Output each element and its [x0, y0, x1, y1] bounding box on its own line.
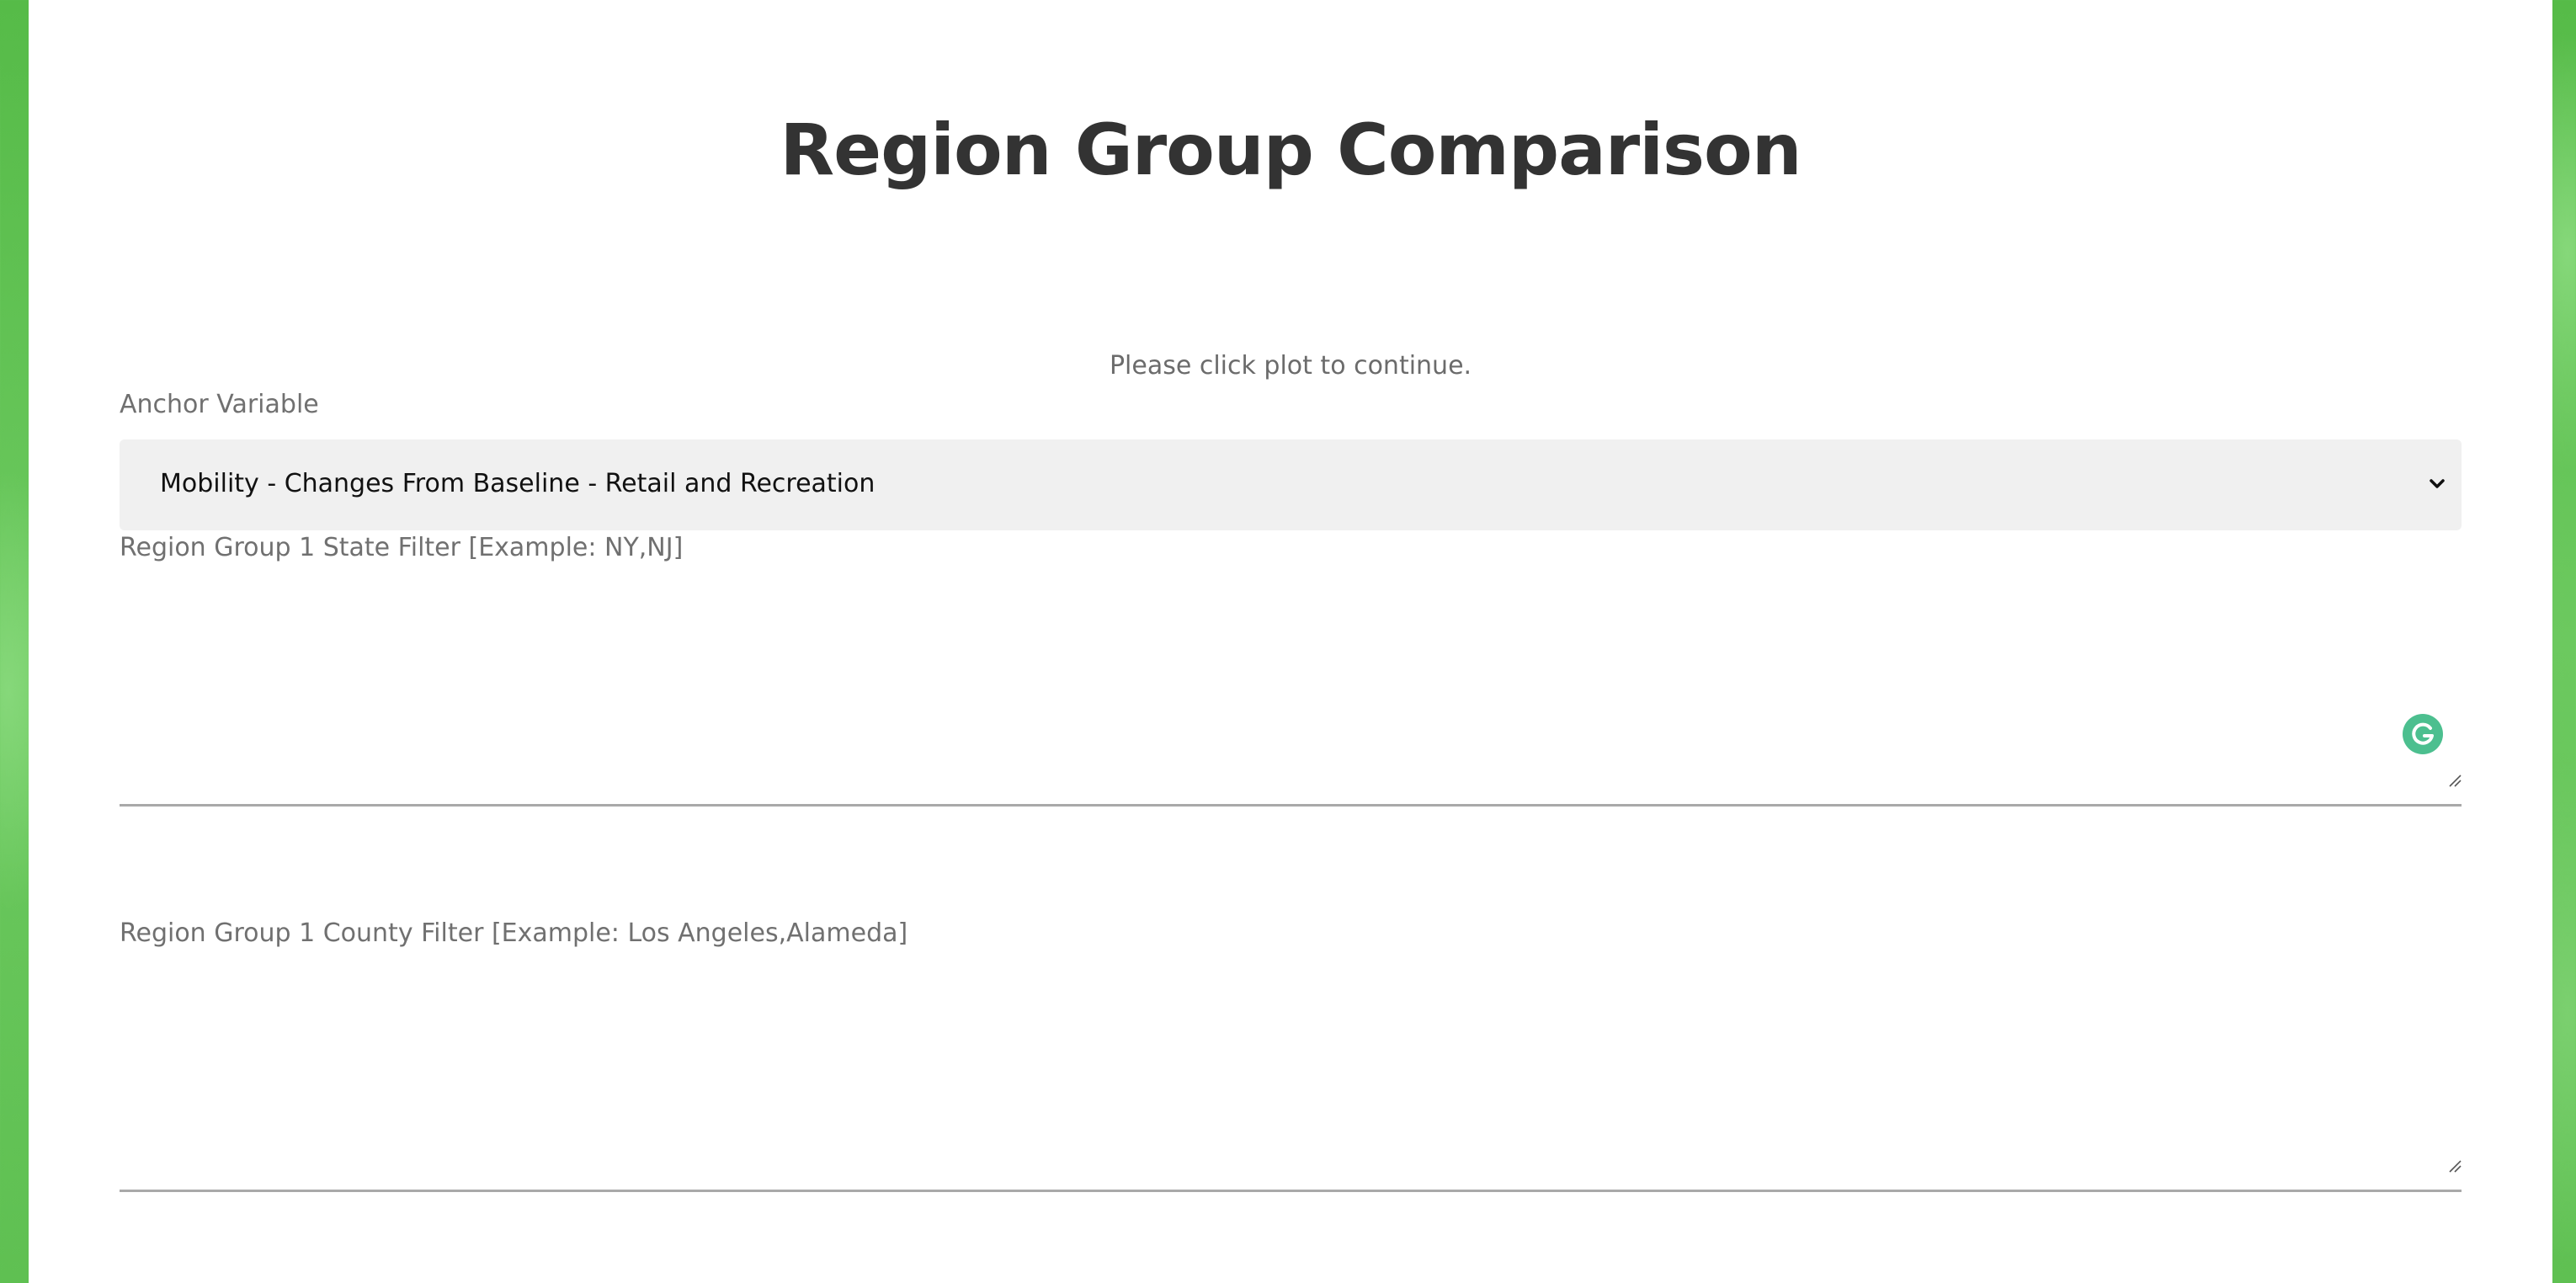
- page-title: Region Group Comparison: [780, 109, 1802, 191]
- resize-handle-icon[interactable]: [2446, 1158, 2462, 1173]
- state-filter-textarea[interactable]: [120, 569, 2462, 807]
- grammarly-icon[interactable]: [2403, 714, 2443, 754]
- anchor-variable-selected-value: Mobility - Changes From Baseline - Retai…: [160, 469, 876, 498]
- county-filter-textarea[interactable]: [120, 955, 2462, 1192]
- anchor-variable-select[interactable]: Mobility - Changes From Baseline - Retai…: [120, 439, 2462, 530]
- click-plot-notice: Please click plot to continue.: [1109, 351, 1472, 381]
- main-card: Region Group Comparison Please click plo…: [29, 0, 2552, 1283]
- anchor-variable-label: Anchor Variable: [120, 390, 319, 419]
- resize-handle-icon[interactable]: [2446, 772, 2462, 787]
- county-filter-label: Region Group 1 County Filter [Example: L…: [120, 918, 908, 948]
- chevron-down-icon: [2424, 471, 2450, 497]
- state-filter-label: Region Group 1 State Filter [Example: NY…: [120, 533, 684, 562]
